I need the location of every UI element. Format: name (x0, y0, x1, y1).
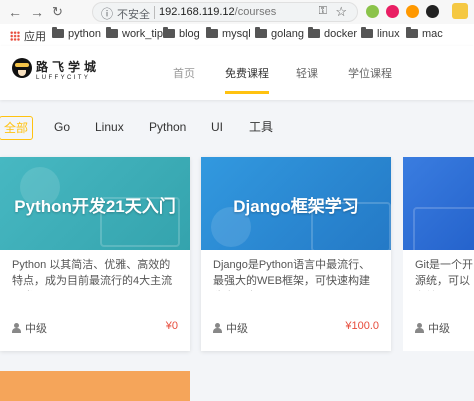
luffy-logo-icon[interactable] (12, 58, 32, 84)
site-name-sub: LUFFYCITY (36, 75, 91, 81)
course-level-label: 中级 (25, 323, 47, 335)
bookmark-label: work_tip (122, 28, 163, 40)
course-cover: Django框架学习 (201, 157, 391, 252)
folder-icon (52, 27, 64, 38)
course-card-django[interactable]: Django框架学习 Django是Python语言中最流行、最强大的WEB框架… (201, 157, 391, 351)
logo-hat (15, 63, 29, 67)
bookmark-label: mysql (222, 28, 251, 40)
folder-icon (255, 27, 267, 38)
back-icon[interactable]: ← (8, 4, 22, 20)
bookmarks-bar: 应用 python work_tip blog mysql golang doc… (0, 24, 474, 46)
nav-light-courses[interactable]: 轻课 (296, 65, 318, 81)
folder-icon (308, 27, 320, 38)
site-name[interactable]: 路飞学城 (36, 58, 100, 75)
bookmark-label: 应用 (24, 31, 46, 43)
extension-orange-icon[interactable] (406, 5, 419, 18)
filter-go[interactable]: Go (50, 116, 74, 140)
course-title: Django框架学习 (233, 197, 359, 216)
course-description: Git是一个开源统，可以有效 (415, 259, 474, 287)
url-path: /courses (234, 6, 277, 18)
bookmark-golang[interactable]: golang (255, 27, 305, 40)
course-card-python[interactable]: Python开发21天入门 Python 以其简洁、优雅、高效的特点，成为目前最… (0, 157, 190, 351)
key-icon[interactable]: ⚿ (319, 5, 327, 18)
browser-chrome: ← → ↻ ⓘ 不安全 192.168.119.12/courses ⚿ ☆ 应… (0, 0, 474, 46)
bookmark-linux[interactable]: linux (361, 27, 400, 40)
course-level-label: 中级 (226, 323, 248, 335)
course-price: ¥100.0 (345, 320, 379, 332)
course-price: ¥0 (165, 320, 178, 332)
browser-toolbar: ← → ↻ ⓘ 不安全 192.168.119.12/courses ⚿ ☆ (0, 0, 474, 24)
bookmark-blog[interactable]: blog (163, 27, 200, 40)
extension-pink-icon[interactable] (386, 5, 399, 18)
bookmark-label: mac (422, 28, 443, 40)
apps-grid-icon (10, 31, 20, 41)
cover-decoration (413, 207, 474, 257)
course-level-label: 中级 (428, 323, 450, 335)
filter-python[interactable]: Python (145, 116, 190, 140)
filter-linux[interactable]: Linux (91, 116, 128, 140)
url-separator (154, 6, 155, 19)
course-cover (403, 157, 474, 257)
extension-green-icon[interactable] (366, 5, 379, 18)
folder-icon (163, 27, 175, 38)
reload-icon[interactable]: ↻ (52, 4, 63, 20)
url-text[interactable]: 192.168.119.12/courses (159, 6, 276, 18)
course-cover: Python开发21天入门 (0, 157, 190, 250)
bookmark-docker[interactable]: docker (308, 27, 358, 40)
nav-degree-courses[interactable]: 学位课程 (348, 65, 392, 81)
bookmark-python[interactable]: python (52, 27, 102, 40)
category-filters: 全部 Go Linux Python UI 工具 (0, 110, 474, 144)
filter-ui[interactable]: UI (207, 116, 227, 140)
folder-icon (106, 27, 118, 38)
insecure-label: 不安全 (117, 9, 150, 21)
bookmark-apps[interactable]: 应用 (10, 28, 46, 44)
nav-home[interactable]: 首页 (173, 65, 195, 81)
site-header: 路飞学城 LUFFYCITY 首页 免费课程 轻课 学位课程 (0, 46, 474, 100)
course-description: Python 以其简洁、优雅、高效的特点，成为目前最流行的4大主流开发语 (12, 259, 173, 287)
bookmark-work-tip[interactable]: work_tip (106, 27, 163, 40)
bookmark-label: python (68, 28, 102, 40)
course-level: 中级 (415, 320, 450, 336)
url-host: 192.168.119.12 (159, 6, 235, 18)
course-level: 中级 (12, 320, 47, 336)
person-icon (12, 323, 21, 333)
address-bar[interactable]: ⓘ 不安全 192.168.119.12/courses ⚿ ☆ (92, 2, 358, 22)
bookmark-label: golang (271, 28, 305, 40)
course-level: 中级 (213, 320, 248, 336)
bookmark-label: linux (377, 28, 400, 40)
profile-avatar[interactable] (452, 3, 468, 19)
extension-dark-icon[interactable] (426, 5, 439, 18)
folder-icon (361, 27, 373, 38)
person-icon (415, 323, 424, 333)
course-description: Django是Python语言中最流行、最强大的WEB框架，可快速构建稳定强大 (213, 259, 371, 287)
filter-tools[interactable]: 工具 (245, 116, 277, 140)
bookmark-label: blog (179, 28, 200, 40)
bookmark-star-icon[interactable]: ☆ (335, 4, 347, 20)
course-card-partial[interactable] (0, 371, 190, 401)
course-title: Python开发21天入门 (14, 197, 176, 216)
bookmark-mysql[interactable]: mysql (206, 27, 251, 40)
filter-all[interactable]: 全部 (0, 116, 34, 140)
folder-icon (206, 27, 218, 38)
info-icon[interactable]: ⓘ (101, 5, 113, 22)
bookmark-label: docker (324, 28, 358, 40)
forward-icon[interactable]: → (30, 4, 44, 20)
course-card-git[interactable]: Git是一个开源统，可以有效 中级 (403, 157, 474, 351)
bookmark-mac[interactable]: mac (406, 27, 443, 40)
nav-free-courses[interactable]: 免费课程 (225, 65, 269, 94)
person-icon (213, 323, 222, 333)
folder-icon (406, 27, 418, 38)
